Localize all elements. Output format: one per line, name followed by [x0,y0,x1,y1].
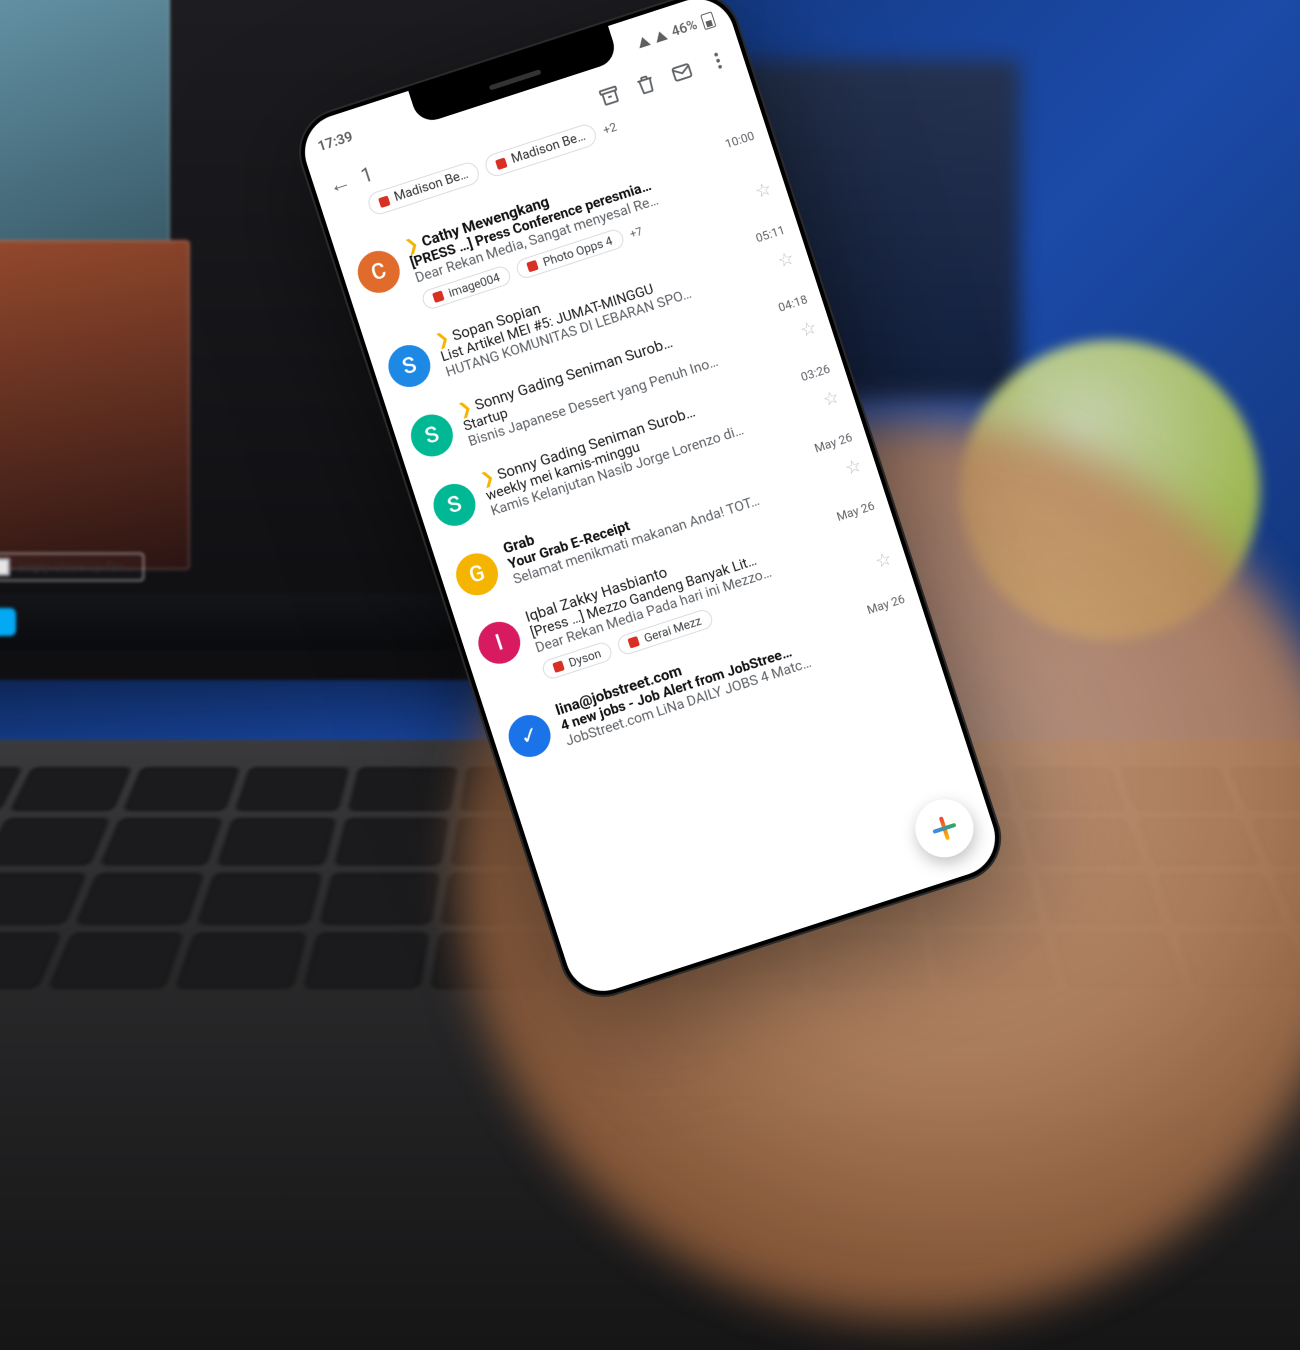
battery-pct: 46% [669,17,699,40]
file-icon [628,636,641,649]
avatar[interactable]: S [383,340,436,393]
avatar[interactable]: S [405,409,458,462]
attachment-more-count: +7 [628,224,644,240]
monitor-photo [0,0,170,250]
file-icon [527,260,540,273]
avatar[interactable]: S [428,478,481,531]
back-icon[interactable]: ← [319,161,359,206]
file-chip: angry-close-up-fac…jpg [0,553,144,581]
avatar[interactable]: G [451,548,504,601]
file-path-bar: …jpg angry-close-up-fac…jpg [0,550,410,584]
archive-icon[interactable] [591,77,629,115]
signal-icon [653,30,668,43]
signal-icon [636,35,651,48]
status-clock: 17:39 [316,129,355,155]
avatar[interactable]: I [473,616,526,669]
taskbar-icon [0,608,16,636]
plus-icon [929,813,959,843]
file-icon [432,290,445,303]
mail-icon[interactable] [663,54,701,92]
file-icon [378,195,391,208]
battery-icon [700,11,716,30]
overflow-icon[interactable] [699,42,737,80]
avatar[interactable]: ✓ [503,710,556,763]
file-icon [495,157,508,170]
delete-icon[interactable] [627,65,665,103]
avatar[interactable]: C [352,245,405,298]
monitor-photo [0,240,190,570]
file-icon [552,660,565,673]
attachment-more-count: +2 [601,119,618,137]
